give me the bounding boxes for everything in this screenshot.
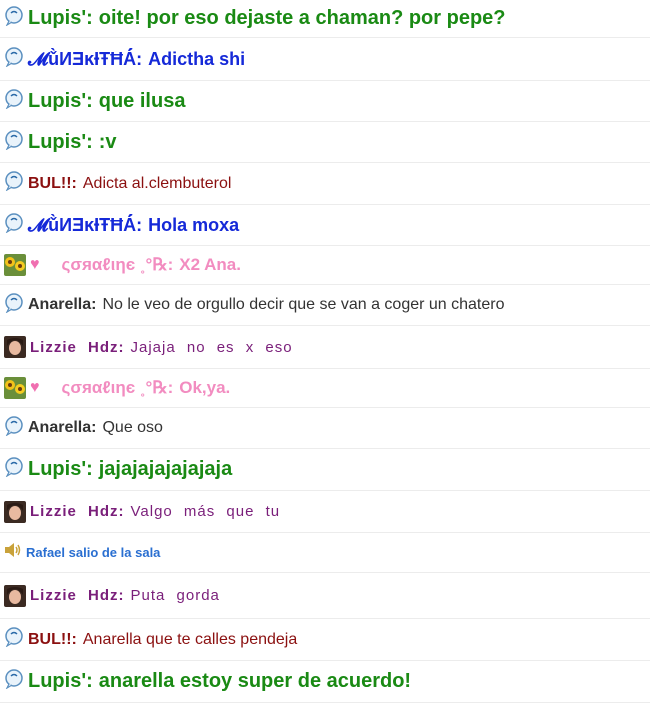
message-text: Hola moxa: [148, 214, 240, 235]
message-text: Adicta al.clembuterol: [82, 174, 232, 192]
message-author[interactable]: 𝓜ǔ̀ИƎĸƗŦĦÁ́:: [28, 49, 142, 70]
speech-bubble-icon: [4, 171, 24, 196]
heart-icon: ♥: [30, 256, 40, 273]
message-author[interactable]: Anarella:: [28, 296, 96, 314]
message-author[interactable]: Lupis':: [28, 670, 93, 693]
chat-message: 𝓜ǔ̀ИƎĸƗŦĦÁ́: Adictha shi: [0, 38, 650, 81]
message-text: jajajajajajajaja: [98, 458, 233, 480]
user-avatar[interactable]: [4, 336, 26, 358]
message-text: que ilusa: [98, 89, 186, 112]
message-text: Jajaja no es x eso: [130, 338, 293, 356]
speaker-icon: [4, 543, 22, 562]
chat-log: Lupis': oite! por eso dejaste a chaman? …: [0, 0, 650, 703]
message-text: Valgo más que tu: [130, 503, 281, 520]
sunflower-avatar[interactable]: [4, 377, 26, 399]
message-author[interactable]: 𝓜ǔ̀ИƎĸƗŦĦÁ́:: [28, 215, 142, 236]
message-author[interactable]: Lizzie Hdz:: [30, 587, 125, 604]
message-text: No le veo de orgullo decir que se van a …: [102, 296, 505, 313]
system-text: Rafael salio de la sala: [26, 545, 161, 560]
message-text: Puta gorda: [130, 587, 220, 604]
speech-bubble-icon: [4, 46, 24, 72]
message-author[interactable]: Lizzie Hdz:: [30, 339, 125, 356]
message-author[interactable]: BUL!!:: [28, 631, 77, 649]
chat-message: Anarella: No le veo de orgullo decir que…: [0, 285, 650, 326]
speech-bubble-icon: [4, 88, 24, 114]
chat-message: Anarella: Que oso: [0, 408, 650, 449]
message-author[interactable]: Lupis':: [28, 458, 93, 481]
message-author[interactable]: Lizzie Hdz:: [30, 503, 125, 520]
message-text: anarella estoy super de acuerdo!: [98, 670, 412, 692]
chat-message: ♥ ςσяαℓιηє ˳°℞: Ok,ya.: [0, 369, 650, 408]
message-text: :v: [98, 130, 117, 153]
sunflower-avatar[interactable]: [4, 254, 26, 276]
message-author[interactable]: Lupis':: [28, 7, 93, 30]
chat-message: Lupis': anarella estoy super de acuerdo!: [0, 661, 650, 703]
message-author[interactable]: Anarella:: [28, 419, 96, 437]
chat-message: Lizzie Hdz: Puta gorda: [0, 573, 650, 619]
message-text: Que oso: [102, 419, 163, 436]
message-author[interactable]: BUL!!:: [28, 175, 77, 193]
chat-message: ♥ ςσяαℓιηє ˳°℞: X2 Ana.: [0, 246, 650, 285]
chat-message: Lupis': :v: [0, 122, 650, 163]
message-text: X2 Ana.: [179, 255, 241, 274]
speech-bubble-icon: [4, 627, 24, 652]
chat-message: Lupis': oite! por eso dejaste a chaman? …: [0, 0, 650, 38]
chat-message: Lupis': jajajajajajajaja: [0, 449, 650, 491]
message-author[interactable]: ςσяαℓιηє ˳°℞:: [62, 255, 174, 275]
chat-message: Lizzie Hdz: Valgo más que tu: [0, 491, 650, 533]
heart-icon: ♥: [30, 379, 40, 396]
speech-bubble-icon: [4, 129, 24, 155]
chat-message: BUL!!: Adicta al.clembuterol: [0, 163, 650, 205]
chat-message: 𝓜ǔ̀ИƎĸƗŦĦÁ́: Hola moxa: [0, 205, 650, 246]
message-text: Adictha shi: [148, 48, 246, 69]
message-text: Ok,ya.: [179, 378, 231, 397]
speech-bubble-icon: [4, 6, 24, 31]
chat-message: Lizzie Hdz: Jajaja no es x eso: [0, 326, 650, 369]
speech-bubble-icon: [4, 292, 24, 318]
chat-message: Lupis': que ilusa: [0, 81, 650, 122]
system-message: Rafael salio de la sala: [0, 533, 650, 573]
message-text: Anarella que te calles pendeja: [82, 630, 298, 648]
user-avatar[interactable]: [4, 500, 26, 523]
message-author[interactable]: Lupis':: [28, 90, 93, 113]
user-avatar[interactable]: [4, 584, 26, 607]
speech-bubble-icon: [4, 669, 24, 694]
message-author[interactable]: ςσяαℓιηє ˳°℞:: [62, 378, 174, 398]
message-text: oite! por eso dejaste a chaman? por pepe…: [98, 7, 506, 29]
speech-bubble-icon: [4, 457, 24, 482]
chat-message: BUL!!: Anarella que te calles pendeja: [0, 619, 650, 661]
speech-bubble-icon: [4, 415, 24, 441]
message-author[interactable]: Lupis':: [28, 131, 93, 154]
speech-bubble-icon: [4, 212, 24, 238]
